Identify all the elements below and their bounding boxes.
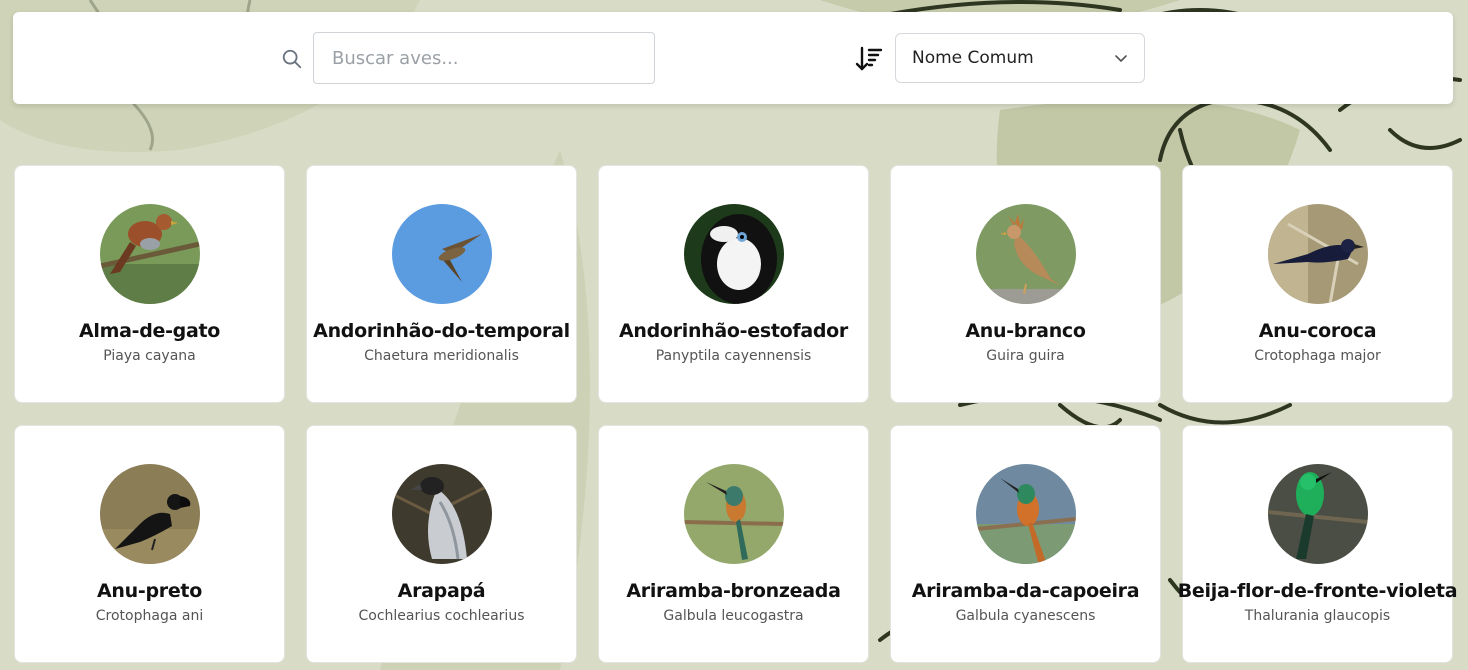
bird-photo — [99, 204, 200, 304]
search-input[interactable] — [313, 32, 655, 84]
bird-card[interactable]: Andorinhão-do-temporal Chaetura meridion… — [306, 165, 577, 403]
chevron-down-icon — [1115, 55, 1127, 62]
bird-common-name: Andorinhão-do-temporal — [313, 320, 570, 342]
bird-photo — [391, 204, 492, 304]
sort-select[interactable]: Nome Comum — [895, 33, 1145, 83]
bird-card[interactable]: Anu-preto Crotophaga ani — [14, 425, 285, 663]
bird-card[interactable]: Ariramba-da-capoeira Galbula cyanescens — [890, 425, 1161, 663]
bird-photo — [975, 204, 1076, 304]
bird-photo — [1267, 464, 1368, 564]
bird-common-name: Beija-flor-de-fronte-violeta — [1177, 580, 1458, 602]
bird-photo — [683, 464, 784, 564]
filter-toolbar: Nome Comum — [13, 12, 1453, 104]
bird-scientific-name: Chaetura meridionalis — [364, 348, 519, 364]
bird-common-name: Anu-preto — [97, 580, 202, 602]
sort-select-value: Nome Comum — [912, 48, 1034, 68]
bird-common-name: Anu-coroca — [1258, 320, 1377, 342]
bird-photo — [391, 464, 492, 564]
search-icon — [282, 49, 302, 69]
bird-card[interactable]: Ariramba-bronzeada Galbula leucogastra — [598, 425, 869, 663]
bird-common-name: Arapapá — [397, 580, 486, 602]
bird-scientific-name: Panyptila cayennensis — [655, 348, 812, 364]
bird-photo — [683, 204, 784, 304]
bird-scientific-name: Thalurania glaucopis — [1244, 608, 1391, 624]
bird-photo — [1267, 204, 1368, 304]
bird-card[interactable]: Andorinhão-estofador Panyptila cayennens… — [598, 165, 869, 403]
bird-card[interactable]: Anu-branco Guira guira — [890, 165, 1161, 403]
bird-common-name: Ariramba-bronzeada — [626, 580, 841, 602]
bird-common-name: Ariramba-da-capoeira — [911, 580, 1140, 602]
sort-descending-icon[interactable] — [855, 45, 883, 73]
bird-scientific-name: Crotophaga major — [1254, 348, 1381, 364]
bird-common-name: Anu-branco — [965, 320, 1086, 342]
bird-scientific-name: Piaya cayana — [103, 348, 196, 364]
bird-card[interactable]: Arapapá Cochlearius cochlearius — [306, 425, 577, 663]
bird-card[interactable]: Alma-de-gato Piaya cayana — [14, 165, 285, 403]
bird-card[interactable]: Anu-coroca Crotophaga major — [1182, 165, 1453, 403]
bird-scientific-name: Guira guira — [986, 348, 1065, 364]
bird-photo — [975, 464, 1076, 564]
bird-scientific-name: Crotophaga ani — [95, 608, 204, 624]
bird-scientific-name: Cochlearius cochlearius — [358, 608, 525, 624]
bird-grid: Alma-de-gato Piaya cayana Andorinhão-do-… — [14, 165, 1458, 663]
bird-card[interactable]: Beija-flor-de-fronte-violeta Thalurania … — [1178, 425, 1458, 663]
bird-scientific-name: Galbula cyanescens — [955, 608, 1096, 624]
bird-scientific-name: Galbula leucogastra — [663, 608, 804, 624]
bird-common-name: Alma-de-gato — [78, 320, 221, 342]
bird-photo — [99, 464, 200, 564]
bird-common-name: Andorinhão-estofador — [618, 320, 849, 342]
